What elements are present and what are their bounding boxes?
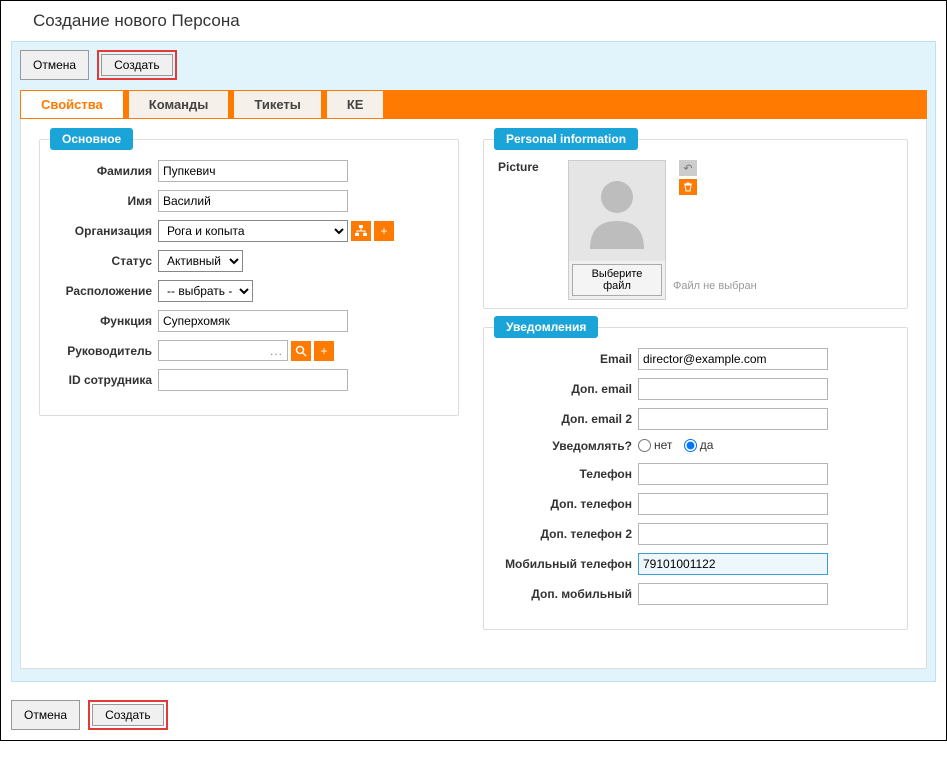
input-function[interactable] [158, 310, 348, 332]
top-button-row: Отмена Создать [20, 50, 927, 86]
tab-body: Основное Фамилия Имя Организация Рога и … [20, 119, 927, 669]
create-button[interactable]: Создать [101, 54, 173, 76]
input-employee-id[interactable] [158, 369, 348, 391]
label-notifyq: Уведомлять? [498, 439, 638, 453]
label-employee-id: ID сотрудника [54, 373, 158, 387]
radio-no[interactable] [638, 439, 651, 452]
label-function: Функция [54, 314, 158, 328]
supervisor-search-button[interactable] [291, 341, 311, 361]
tab-teams[interactable]: Команды [128, 90, 230, 119]
label-phone3: Доп. телефон 2 [498, 527, 638, 541]
picture-undo-button[interactable]: ↶ [679, 160, 697, 176]
bottom-button-row: Отмена Создать [1, 692, 946, 740]
legend-notify: Уведомления [494, 316, 598, 338]
cancel-button[interactable]: Отмена [20, 50, 89, 80]
label-lastname: Фамилия [54, 164, 158, 178]
radio-no-label[interactable]: нет [638, 438, 672, 452]
label-phone: Телефон [498, 467, 638, 481]
input-phone2[interactable] [638, 493, 828, 515]
input-mobile2[interactable] [638, 583, 828, 605]
input-supervisor[interactable]: ... [158, 340, 288, 361]
label-email2: Доп. email [498, 382, 638, 396]
choose-file-button[interactable]: Выберите файл [572, 264, 662, 296]
radio-yes-label[interactable]: да [684, 438, 714, 452]
legend-main: Основное [50, 128, 133, 150]
legend-picture: Personal information [494, 128, 638, 150]
input-firstname[interactable] [158, 190, 348, 212]
page-header: Создание нового Персона [1, 1, 946, 41]
label-status: Статус [54, 254, 158, 268]
supervisor-add-button[interactable]: + [314, 341, 334, 361]
create-button-bottom-highlight: Создать [88, 700, 168, 730]
label-phone2: Доп. телефон [498, 497, 638, 511]
page-title: Создание нового Персона [33, 11, 240, 31]
create-button-highlight: Создать [97, 50, 177, 80]
tab-properties[interactable]: Свойства [20, 90, 124, 119]
input-email2[interactable] [638, 378, 828, 400]
input-mobile[interactable] [638, 553, 828, 575]
file-status-text: Файл не выбран [673, 280, 893, 292]
label-firstname: Имя [54, 194, 158, 208]
avatar-placeholder-icon [569, 161, 665, 261]
fieldset-main: Основное Фамилия Имя Организация Рога и … [39, 139, 459, 416]
create-button-bottom[interactable]: Создать [92, 704, 164, 726]
label-email: Email [498, 352, 638, 366]
label-org: Организация [54, 224, 158, 238]
tab-bar: Свойства Команды Тикеты КЕ [20, 90, 927, 119]
content-panel: Отмена Создать Свойства Команды Тикеты К… [11, 41, 936, 682]
label-supervisor: Руководитель [54, 344, 158, 358]
tab-ci[interactable]: КЕ [326, 90, 385, 119]
input-phone[interactable] [638, 463, 828, 485]
input-phone3[interactable] [638, 523, 828, 545]
picture-delete-button[interactable] [679, 179, 697, 195]
label-mobile: Мобильный телефон [498, 557, 638, 571]
org-tree-button[interactable] [351, 221, 371, 241]
select-org[interactable]: Рога и копыта [158, 220, 348, 242]
input-lastname[interactable] [158, 160, 348, 182]
fieldset-notify: Уведомления Email Доп. email Доп. email … [483, 327, 908, 630]
label-mobile2: Доп. мобильный [498, 587, 638, 601]
radio-yes[interactable] [684, 439, 697, 452]
org-add-button[interactable]: + [374, 221, 394, 241]
label-location: Расположение [54, 284, 158, 298]
fieldset-picture: Personal information Picture Выберите фа… [483, 139, 908, 309]
input-email3[interactable] [638, 408, 828, 430]
cancel-button-bottom[interactable]: Отмена [11, 700, 80, 730]
label-picture: Picture [498, 160, 558, 174]
label-email3: Доп. email 2 [498, 412, 638, 426]
select-location[interactable]: -- выбрать -- [158, 280, 253, 302]
picture-box: Выберите файл [568, 160, 666, 300]
select-status[interactable]: Активный [158, 250, 243, 272]
input-email[interactable] [638, 348, 828, 370]
tab-tickets[interactable]: Тикеты [233, 90, 321, 119]
